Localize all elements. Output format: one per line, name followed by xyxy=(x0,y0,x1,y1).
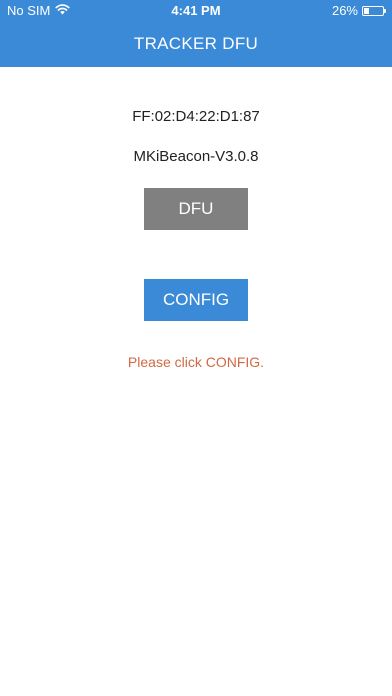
status-bar: No SIM 4:41 PM 26% xyxy=(0,0,392,22)
battery-percent: 26% xyxy=(331,3,358,18)
battery-icon xyxy=(362,5,386,16)
status-right: 26% xyxy=(331,3,386,18)
firmware-version-label: MKiBeacon-V3.0.8 xyxy=(133,148,259,165)
instruction-message: Please click CONFIG. xyxy=(127,354,265,370)
app-header: No SIM 4:41 PM 26% TRACKER DFU xyxy=(0,0,392,67)
battery-level-fill xyxy=(364,7,369,14)
page-title: TRACKER DFU xyxy=(133,34,259,53)
dfu-button[interactable]: DFU xyxy=(144,188,248,230)
mac-address-label: FF:02:D4:22:D1:87 xyxy=(132,108,260,125)
config-button[interactable]: CONFIG xyxy=(144,279,248,321)
